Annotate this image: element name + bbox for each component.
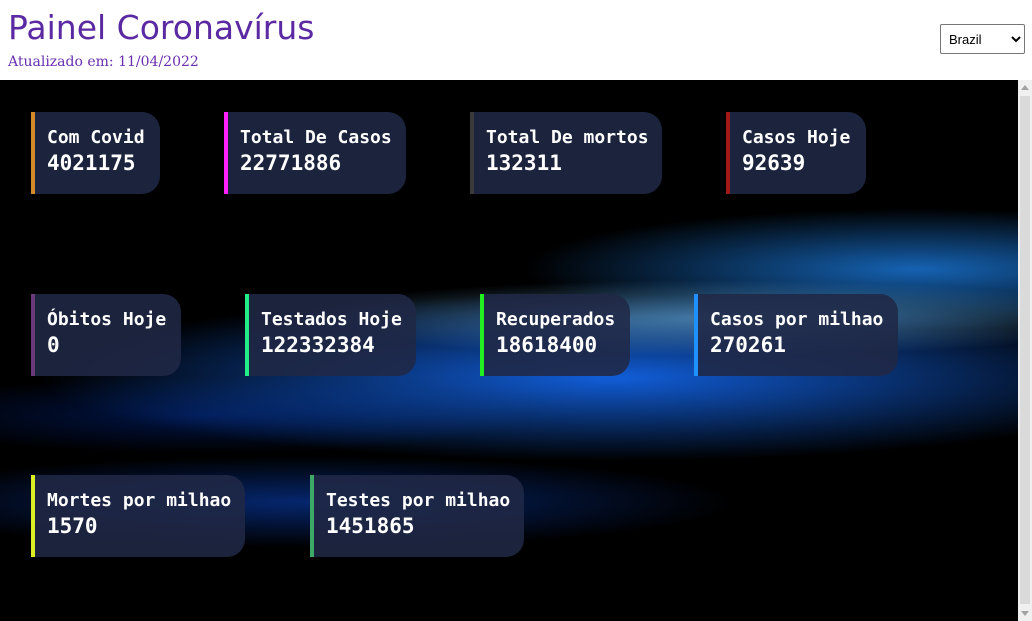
scrollbar-thumb[interactable] — [1020, 96, 1030, 604]
header: Painel Coronavírus Atualizado em: 11/04/… — [0, 0, 1032, 80]
card-testados-hoje: Testados Hoje 122332384 — [245, 294, 416, 376]
card-label: Total De Casos — [240, 127, 392, 148]
card-label: Testados Hoje — [261, 309, 402, 330]
card-mortes-por-milhao: Mortes por milhao 1570 — [31, 475, 245, 557]
card-label: Testes por milhao — [326, 490, 511, 511]
card-value: 270261 — [710, 333, 786, 357]
card-total-mortos: Total De mortos 132311 — [470, 112, 662, 194]
card-value: 1451865 — [326, 514, 415, 538]
card-value: 4021175 — [47, 151, 136, 175]
scroll-down-icon[interactable] — [1021, 611, 1029, 616]
updated-date: Atualizado em: 11/04/2022 — [8, 54, 199, 70]
card-label: Total De mortos — [486, 127, 649, 148]
card-label: Casos por milhao — [710, 309, 884, 330]
dashboard-panel: Com Covid 4021175 Total De Casos 2277188… — [0, 80, 1018, 621]
card-testes-por-milhao: Testes por milhao 1451865 — [310, 475, 524, 557]
card-value: 1570 — [47, 514, 98, 538]
card-label: Casos Hoje — [742, 127, 851, 148]
card-recuperados: Recuperados 18618400 — [480, 294, 630, 376]
vertical-scrollbar[interactable] — [1018, 80, 1032, 621]
card-value: 92639 — [742, 151, 806, 175]
card-casos-por-milhao: Casos por milhao 270261 — [694, 294, 898, 376]
card-total-casos: Total De Casos 22771886 — [224, 112, 406, 194]
card-label: Recuperados — [496, 309, 616, 330]
page-title: Painel Coronavírus — [8, 8, 315, 47]
card-value: 122332384 — [261, 333, 375, 357]
card-com-covid: Com Covid 4021175 — [31, 112, 160, 194]
card-value: 18618400 — [496, 333, 598, 357]
card-label: Mortes por milhao — [47, 490, 232, 511]
card-label: Óbitos Hoje — [47, 309, 167, 330]
card-obitos-hoje: Óbitos Hoje 0 — [31, 294, 181, 376]
card-casos-hoje: Casos Hoje 92639 — [726, 112, 866, 194]
card-label: Com Covid — [47, 127, 145, 148]
card-value: 0 — [47, 333, 60, 357]
card-value: 22771886 — [240, 151, 342, 175]
scroll-up-icon[interactable] — [1021, 85, 1029, 90]
card-value: 132311 — [486, 151, 562, 175]
country-select[interactable]: Brazil — [940, 24, 1025, 54]
